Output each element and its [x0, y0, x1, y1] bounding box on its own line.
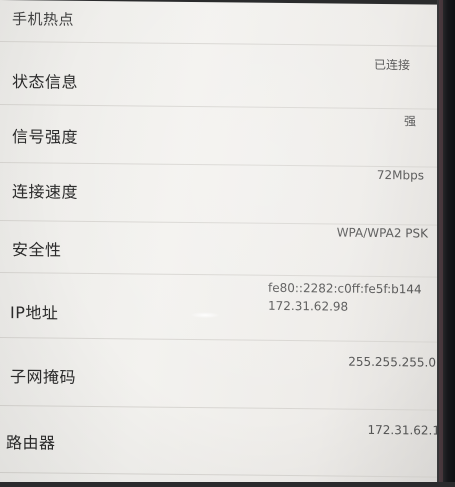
- status-label: 状态信息: [12, 72, 79, 92]
- ipv6-address: fe80::2282:c0ff:fe5f:b144: [268, 280, 422, 297]
- signal-strength-value: 强: [403, 114, 416, 129]
- signal-strength-label: 信号强度: [12, 127, 79, 147]
- light-glare: [190, 311, 220, 319]
- status-value: 已连接: [373, 57, 410, 73]
- subnet-mask-row: 子网掩码 255.255.255.0: [0, 339, 440, 410]
- link-speed-row: 连接速度 72Mbps: [0, 164, 440, 227]
- network-details-screen: 手机热点 状态信息 已连接 信号强度 强 连接速度 72Mbps 安全性 WPA…: [0, 0, 440, 487]
- link-speed-value: 72Mbps: [376, 167, 424, 183]
- security-value: WPA/WPA2 PSK: [336, 225, 428, 241]
- signal-strength-row: 信号强度 强: [0, 106, 440, 167]
- ip-address-values: fe80::2282:c0ff:fe5f:b144 172.31.62.98: [268, 279, 422, 317]
- hotspot-header-label: 手机热点: [12, 10, 75, 29]
- router-label: 路由器: [6, 433, 56, 453]
- ipv4-address: 172.31.62.98: [268, 298, 349, 314]
- hotspot-header-row: 手机热点: [0, 0, 440, 45]
- status-row: 状态信息 已连接: [0, 44, 440, 109]
- ip-address-row: IP地址 fe80::2282:c0ff:fe5f:b144 172.31.62…: [0, 274, 440, 343]
- phone-bezel: [437, 0, 455, 487]
- photo-of-phone-screen: 手机热点 状态信息 已连接 信号强度 强 连接速度 72Mbps 安全性 WPA…: [0, 0, 455, 487]
- subnet-mask-label: 子网掩码: [10, 367, 77, 387]
- router-value: 172.31.62.1: [367, 422, 440, 438]
- link-speed-label: 连接速度: [12, 182, 79, 202]
- ip-address-label: IP地址: [10, 303, 59, 323]
- subnet-mask-value: 255.255.255.0: [348, 354, 436, 370]
- photo-bottom-edge: [0, 482, 455, 487]
- security-label: 安全性: [12, 240, 62, 260]
- router-row: 路由器 172.31.62.1: [0, 407, 440, 476]
